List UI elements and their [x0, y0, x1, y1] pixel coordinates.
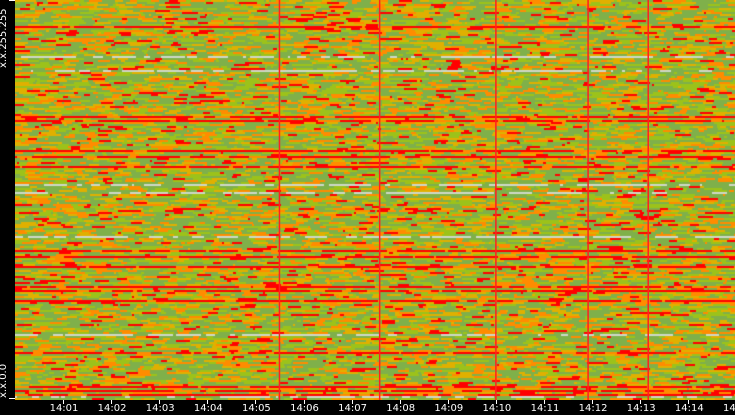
y-tick-top [9, 0, 15, 1]
x-tick-label: 14:10 [482, 403, 512, 414]
heatmap-highlight-layer [278, 0, 649, 400]
x-tick-label: 14:09 [434, 403, 464, 414]
y-tick-label-top: x.x.255.255 [0, 8, 9, 68]
x-tick-label: 14:05 [241, 403, 271, 414]
x-tick-label: 14:11 [530, 403, 560, 414]
x-tick-label: 14:12 [578, 403, 608, 414]
x-tick-label: 14:03 [145, 403, 175, 414]
x-tick-label: 14:04 [193, 403, 223, 414]
x-tick-label: 14:08 [386, 403, 416, 414]
x-tick-label: 14:13 [626, 403, 656, 414]
x-tick-label: 14:01 [49, 403, 79, 414]
y-tick-label-bottom: x.x.0.0 [0, 363, 9, 398]
x-tick-label: 14:02 [97, 403, 127, 414]
y-tick-bottom [9, 398, 15, 399]
x-tick-label: 14:15 [722, 403, 735, 414]
x-tick-label: 14:06 [290, 403, 319, 414]
x-tick-label: 14:07 [338, 403, 368, 414]
x-tick-label: 14:14 [674, 403, 704, 414]
